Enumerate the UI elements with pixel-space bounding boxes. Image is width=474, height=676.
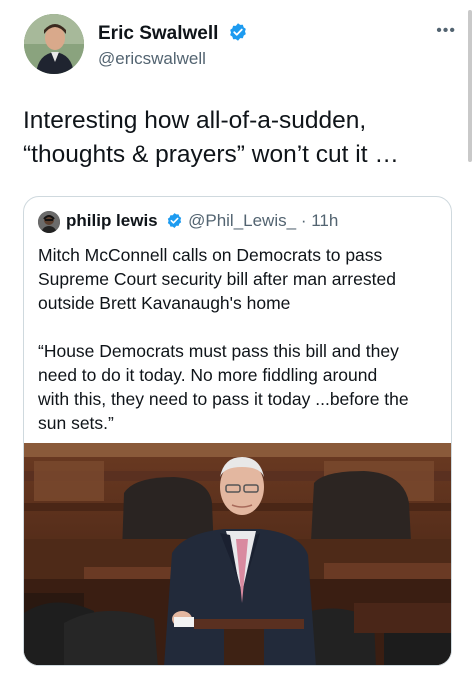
tweet-text-line-1: Interesting how all-of-a-sudden, <box>23 107 367 134</box>
scrollbar[interactable] <box>468 10 472 162</box>
quoted-tweet-headline: Mitch McConnell calls on Democrats to pa… <box>38 243 443 315</box>
quoted-tweet-time[interactable]: · 11h <box>301 211 339 230</box>
verified-badge-icon <box>228 22 248 48</box>
author-name-text: Eric Swalwell <box>98 23 219 44</box>
quote-line: sun sets.” <box>38 413 114 433</box>
headline-line: outside Brett Kavanaugh's home <box>38 293 291 313</box>
quoted-author-name[interactable]: philip lewis <box>66 211 158 230</box>
quote-line: “House Democrats must pass this bill and… <box>38 341 399 361</box>
headline-line: Supreme Court security bill after man ar… <box>38 269 396 289</box>
quoted-tweet-quote: “House Democrats must pass this bill and… <box>38 339 443 435</box>
more-horizontal-icon[interactable]: ••• <box>436 22 456 40</box>
quoted-tweet-card[interactable]: philip lewis @Phil_Lewis_ · 11h Mitch Mc… <box>23 196 452 666</box>
author-avatar[interactable] <box>24 14 84 74</box>
quote-line: need to do it today. No more fiddling ar… <box>38 365 378 385</box>
tweet-text-line-2: “thoughts & prayers” won’t cut it … <box>23 141 399 168</box>
quoted-tweet-header: philip lewis @Phil_Lewis_ · 11h <box>66 211 338 234</box>
tweet-text: Interesting how all-of-a-sudden, “though… <box>23 104 453 172</box>
author-name[interactable]: Eric Swalwell <box>98 22 248 48</box>
quoted-author-handle[interactable]: @Phil_Lewis_ <box>188 211 296 230</box>
quote-line: with this, they need to pass it today ..… <box>38 389 409 409</box>
quoted-author-avatar[interactable] <box>38 211 60 233</box>
author-handle[interactable]: @ericswalwell <box>98 49 206 69</box>
quoted-tweet-photo[interactable] <box>24 443 451 665</box>
headline-line: Mitch McConnell calls on Democrats to pa… <box>38 245 383 265</box>
verified-badge-icon <box>166 212 183 234</box>
